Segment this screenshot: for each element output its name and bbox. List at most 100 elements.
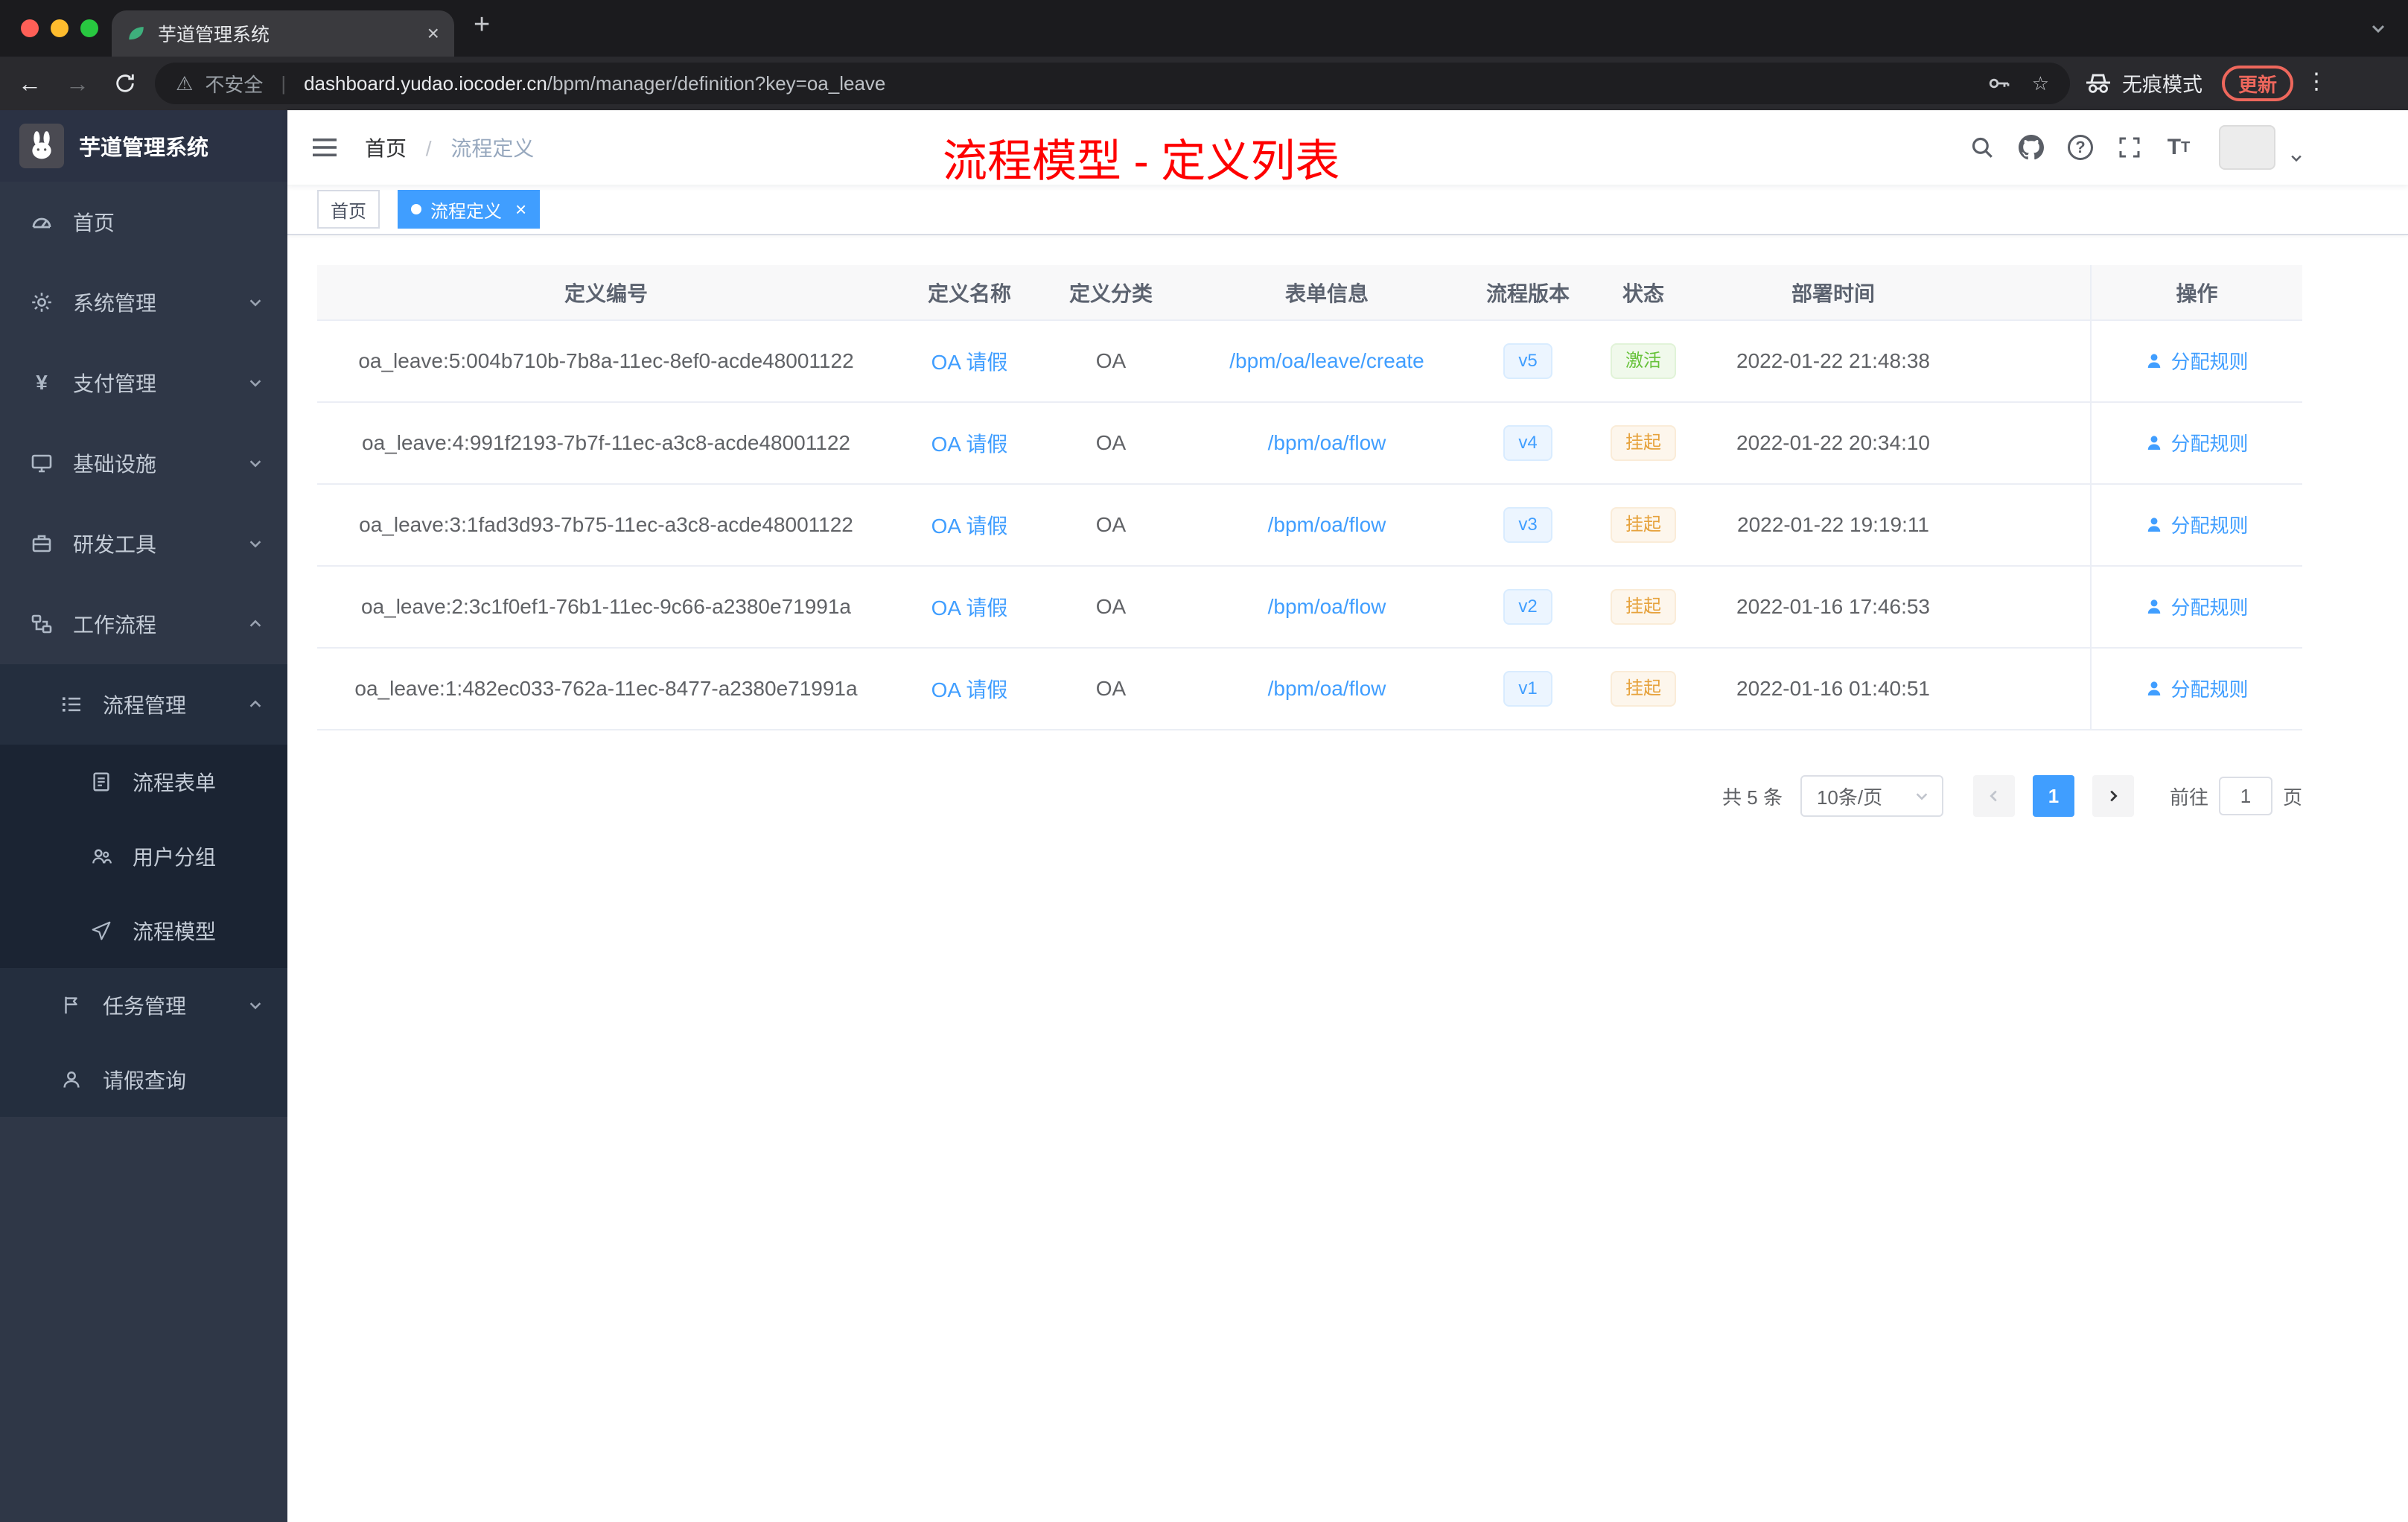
favicon — [127, 24, 146, 43]
yen-icon: ¥ — [36, 371, 48, 394]
table-row: oa_leave:4:991f2193-7b7f-11ec-a3c8-acde4… — [317, 402, 2302, 485]
people-icon — [89, 844, 113, 868]
tag-home[interactable]: 首页 — [317, 190, 380, 229]
page-content: 定义编号 定义名称 定义分类 表单信息 流程版本 状态 部署时间 操作 oa_l… — [287, 235, 2408, 847]
brand-title: 芋道管理系统 — [79, 136, 209, 160]
sidebar-item-system[interactable]: 系统管理 — [0, 262, 287, 343]
goto-label: 前往 — [2169, 786, 2208, 809]
search-icon[interactable] — [1964, 128, 2000, 167]
tree-list-icon — [60, 692, 83, 716]
col-actions: 操作 — [2090, 265, 2302, 321]
github-icon[interactable] — [2013, 128, 2049, 167]
sidebar-item-process-form[interactable]: 流程表单 — [0, 745, 287, 819]
avatar-caret-icon[interactable] — [2289, 150, 2304, 165]
col-status: 状态 — [1580, 265, 1707, 321]
toolbox-icon — [30, 532, 54, 555]
sidebar-item-devtools[interactable]: 研发工具 — [0, 503, 287, 584]
sidebar-item-leave-query[interactable]: 请假查询 — [0, 1042, 287, 1117]
reload-icon[interactable] — [107, 67, 143, 100]
assign-rule-link[interactable]: 分配规则 — [2145, 675, 2249, 702]
definition-name-link[interactable]: OA 请假 — [931, 351, 1008, 374]
definition-name-link[interactable]: OA 请假 — [931, 433, 1008, 456]
key-icon[interactable] — [1987, 71, 2011, 95]
cell-deploy-time: 2022-01-22 20:34:10 — [1707, 402, 1960, 485]
browser-menu-icon[interactable]: ⋮ — [2305, 69, 2328, 95]
tab-close-icon[interactable]: × — [427, 22, 439, 45]
chrome-update-button[interactable]: 更新 — [2222, 66, 2293, 101]
main-area: 流程模型 - 定义列表 首页 / 流程定义 ? T T 首页 流程定义 × 定义… — [287, 110, 2408, 1522]
browser-toolbar: ← → ⚠ 不安全 | dashboard.yudao.iocoder.cn/b… — [0, 57, 2408, 110]
zoom-window-button[interactable] — [80, 19, 98, 37]
definition-table: 定义编号 定义名称 定义分类 表单信息 流程版本 状态 部署时间 操作 oa_l… — [317, 265, 2302, 730]
tab-search-chevron-icon[interactable] — [2369, 19, 2387, 37]
page-number-1[interactable]: 1 — [2032, 775, 2074, 817]
help-icon[interactable]: ? — [2063, 128, 2098, 167]
sidebar-item-user-group[interactable]: 用户分组 — [0, 819, 287, 894]
tags-view: 首页 流程定义 × — [287, 185, 2408, 235]
cell-deploy-time: 2022-01-16 17:46:53 — [1707, 566, 1960, 649]
not-secure-icon[interactable]: ⚠ — [176, 72, 193, 95]
chevron-down-icon — [247, 535, 264, 552]
cell-deploy-time: 2022-01-16 01:40:51 — [1707, 648, 1960, 730]
tab-strip: 芋道管理系统 × + — [0, 0, 2408, 57]
font-size-icon[interactable]: TT — [2161, 128, 2197, 167]
sidebar-item-payment[interactable]: ¥ 支付管理 — [0, 343, 287, 423]
sidebar-item-home[interactable]: 首页 — [0, 182, 287, 262]
workflow-icon — [30, 612, 54, 636]
table-row: oa_leave:5:004b710b-7b8a-11ec-8ef0-acde4… — [317, 320, 2302, 403]
form-link[interactable]: /bpm/oa/flow — [1268, 595, 1386, 618]
sidebar-toggle-icon[interactable] — [311, 134, 338, 161]
cell-category: OA — [1044, 566, 1178, 649]
page-size-select[interactable]: 10条/页 — [1800, 775, 1943, 817]
not-secure-label: 不安全 — [205, 73, 264, 96]
next-page-button[interactable] — [2092, 775, 2134, 817]
sidebar-item-process-mgmt[interactable]: 流程管理 — [0, 664, 287, 745]
new-tab-button[interactable]: + — [474, 9, 490, 41]
chevron-up-icon — [247, 696, 264, 713]
cell-definition-id: oa_leave:5:004b710b-7b8a-11ec-8ef0-acde4… — [317, 320, 895, 403]
back-icon[interactable]: ← — [12, 67, 48, 100]
sidebar-item-workflow[interactable]: 工作流程 — [0, 584, 287, 664]
col-process-version: 流程版本 — [1476, 265, 1580, 321]
status-badge: 挂起 — [1611, 589, 1676, 625]
definition-name-link[interactable]: OA 请假 — [931, 678, 1008, 701]
assign-rule-link[interactable]: 分配规则 — [2145, 593, 2249, 620]
bookmark-star-icon[interactable]: ☆ — [2032, 72, 2049, 95]
col-form-info: 表单信息 — [1178, 265, 1476, 321]
definition-name-link[interactable]: OA 请假 — [931, 515, 1008, 538]
form-link[interactable]: /bpm/oa/flow — [1268, 513, 1386, 536]
assign-rule-link[interactable]: 分配规则 — [2145, 347, 2249, 375]
goto-page-input[interactable] — [2218, 777, 2272, 815]
definition-name-link[interactable]: OA 请假 — [931, 596, 1008, 620]
annotation-title: 流程模型 - 定义列表 — [943, 136, 1340, 186]
sidebar-item-process-model[interactable]: 流程模型 — [0, 894, 287, 968]
col-filler — [1960, 265, 2091, 321]
goto-suffix: 页 — [2282, 786, 2302, 809]
form-link[interactable]: /bpm/oa/flow — [1268, 677, 1386, 700]
breadcrumb-home[interactable]: 首页 — [365, 137, 407, 160]
dashboard-icon — [30, 210, 54, 234]
assign-rule-link[interactable]: 分配规则 — [2145, 429, 2249, 456]
sidebar-brand[interactable]: 芋道管理系统 — [0, 110, 287, 182]
status-badge: 挂起 — [1611, 671, 1676, 707]
incognito-badge: 无痕模式 — [2085, 69, 2202, 98]
address-bar[interactable]: ⚠ 不安全 | dashboard.yudao.iocoder.cn/bpm/m… — [155, 63, 2070, 104]
minimize-window-button[interactable] — [51, 19, 69, 37]
fullscreen-icon[interactable] — [2112, 128, 2147, 167]
close-window-button[interactable] — [21, 19, 39, 37]
flag-icon — [60, 993, 83, 1017]
cell-category: OA — [1044, 320, 1178, 403]
assign-rule-link[interactable]: 分配规则 — [2145, 511, 2249, 538]
form-link[interactable]: /bpm/oa/leave/create — [1229, 349, 1424, 372]
sidebar-item-task-mgmt[interactable]: 任务管理 — [0, 968, 287, 1042]
browser-tab[interactable]: 芋道管理系统 × — [112, 10, 454, 57]
prev-page-button[interactable] — [1972, 775, 2015, 817]
sidebar-item-infra[interactable]: 基础设施 — [0, 423, 287, 503]
form-link[interactable]: /bpm/oa/flow — [1268, 431, 1386, 454]
forward-icon[interactable]: → — [60, 67, 95, 100]
version-badge: v5 — [1503, 343, 1552, 379]
tag-process-definition[interactable]: 流程定义 × — [398, 190, 541, 229]
avatar[interactable] — [2219, 125, 2275, 170]
tag-close-icon[interactable]: × — [515, 198, 526, 221]
cell-deploy-time: 2022-01-22 21:48:38 — [1707, 320, 1960, 403]
